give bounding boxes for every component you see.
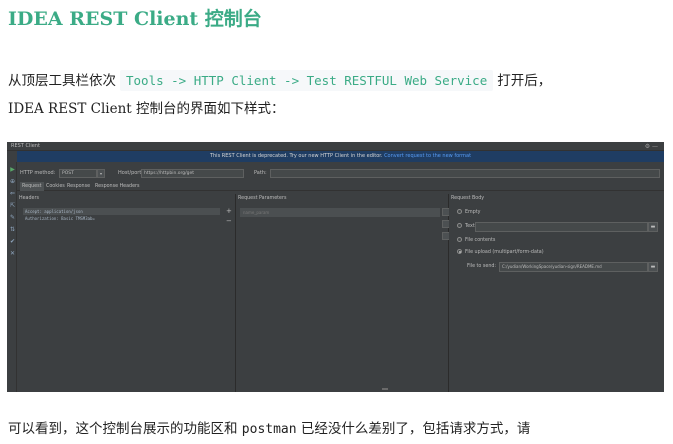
remove-header-button[interactable]: − — [226, 218, 232, 225]
intro-prefix: 从顶层工具栏依次 — [8, 73, 116, 89]
http-method-select[interactable]: POST — [59, 169, 97, 178]
export-icon[interactable]: ⇱ — [9, 202, 16, 209]
body-option-file-contents[interactable]: File contents — [457, 236, 495, 245]
radio-text-label: Text — [465, 224, 475, 229]
list-item[interactable]: Accept: application/json — [23, 208, 220, 215]
param-name-input[interactable]: name_param — [240, 208, 440, 217]
close-icon[interactable]: ✕ — [9, 250, 16, 257]
host-label: Host/port: — [118, 170, 144, 176]
params-title: Request Parameters — [238, 196, 287, 201]
tab-response[interactable]: Response — [65, 182, 92, 191]
postman-code: postman — [241, 422, 297, 437]
path-label: Path: — [254, 170, 267, 176]
page-heading: IDEA REST Client 控制台 — [8, 8, 262, 30]
file-to-send-label: File to send: — [467, 264, 497, 269]
radio-file-contents-label: File contents — [465, 238, 496, 243]
window-title: REST Client — [11, 143, 40, 149]
radio-file-upload-label: File upload (multipart/form-data) — [465, 250, 544, 255]
folder-icon[interactable]: ▬ — [648, 222, 658, 232]
headers-panel: Headers Accept: application/json Authori… — [17, 194, 236, 392]
tab-request[interactable]: Request — [20, 182, 44, 191]
intro-line2: IDEA REST Client 控制台的界面如下样式： — [8, 101, 285, 117]
host-input[interactable]: https://httpbin.org/get — [141, 169, 244, 178]
radio-text[interactable] — [457, 223, 462, 228]
deprecation-banner: This REST Client is deprecated. Try our … — [17, 151, 664, 162]
headers-list[interactable]: Accept: application/json Authorization: … — [23, 208, 220, 222]
outro-suffix: 已经没什么差别了，包括请求方式，请 — [300, 421, 531, 437]
body-option-text[interactable]: Text — [457, 222, 475, 231]
radio-file-contents[interactable] — [457, 237, 462, 242]
window-titlebar: REST Client ⚙ — — [7, 142, 664, 151]
gear-icon[interactable]: ⚙ — — [645, 142, 658, 151]
tab-response-headers[interactable]: Response Headers — [93, 182, 142, 191]
left-toolbar: ▶ ⊕ ⇐ ⇱ ✎ ⇅ ✔ ✕ — [7, 162, 17, 392]
sort-icon[interactable]: ⇅ — [9, 226, 16, 233]
radio-empty[interactable] — [457, 209, 462, 214]
back-icon[interactable]: ⇐ — [9, 190, 16, 197]
rest-client-screenshot: REST Client ⚙ — This REST Client is depr… — [7, 142, 664, 392]
radio-empty-label: Empty — [465, 210, 481, 215]
wrench-icon[interactable]: ✔ — [9, 238, 16, 245]
body-text-input[interactable] — [475, 222, 648, 232]
http-method-label: HTTP method: — [20, 170, 56, 176]
headers-title: Headers — [19, 196, 39, 201]
request-tabs: Request Cookies Response Response Header… — [17, 182, 664, 191]
intro-paragraph: 从顶层工具栏依次 Tools -> HTTP Client -> Test RES… — [8, 69, 552, 91]
body-option-empty[interactable]: Empty — [457, 208, 480, 217]
outro-paragraph: 可以看到，这个控制台展示的功能区和 postman 已经没什么差别了，包括请求方… — [8, 417, 530, 437]
edit-icon[interactable]: ✎ — [9, 214, 16, 221]
outro-prefix: 可以看到，这个控制台展示的功能区和 — [8, 421, 238, 437]
folder-icon[interactable]: ▬ — [648, 262, 658, 272]
resize-handle[interactable] — [382, 388, 388, 390]
path-input[interactable] — [270, 169, 660, 178]
request-row: HTTP method: POST ▾ Host/port: https://h… — [17, 166, 664, 180]
globe-icon[interactable]: ⊕ — [9, 178, 16, 185]
convert-request-link[interactable]: Convert request to the new format — [384, 153, 471, 159]
add-header-button[interactable]: + — [226, 208, 232, 215]
body-panel: Request Body Empty Text ▬ File contents … — [449, 194, 664, 392]
body-option-file-upload[interactable]: File upload (multipart/form-data) — [457, 248, 544, 257]
intro-suffix: 打开后， — [497, 73, 552, 89]
list-item[interactable]: Authorization: Basic TMSM3ab= — [23, 215, 220, 222]
params-panel: Request Parameters name_param — [236, 194, 450, 392]
chevron-down-icon[interactable]: ▾ — [97, 169, 105, 178]
radio-file-upload[interactable] — [457, 249, 462, 254]
run-icon[interactable]: ▶ — [9, 166, 16, 173]
deprecation-text: This REST Client is deprecated. Try our … — [209, 153, 383, 159]
file-to-send-input[interactable]: C:/yudian/WorkingSpace/yudian-sign/READM… — [499, 262, 648, 272]
menu-path-code: Tools -> HTTP Client -> Test RESTFUL Web… — [120, 70, 494, 91]
body-title: Request Body — [451, 196, 485, 201]
tab-cookies[interactable]: Cookies — [44, 182, 67, 191]
